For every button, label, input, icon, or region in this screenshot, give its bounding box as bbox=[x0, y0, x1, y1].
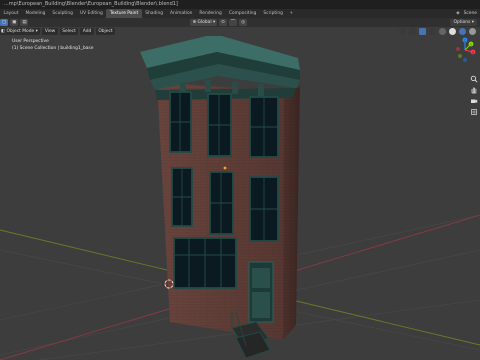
tab-layout[interactable]: Layout bbox=[0, 9, 22, 18]
rendered-shading-icon[interactable] bbox=[469, 28, 476, 35]
scene-label: Scene bbox=[463, 11, 477, 16]
gizmo-toggle-icon[interactable] bbox=[409, 28, 416, 35]
menu-add[interactable]: Add bbox=[80, 28, 94, 35]
window-title: ...mp\European_Building\Blender\European… bbox=[4, 1, 178, 7]
hand-pan-icon[interactable] bbox=[470, 79, 478, 94]
mode-label: Object Mode bbox=[6, 29, 35, 34]
tab-shading[interactable]: Shading bbox=[142, 9, 167, 18]
perspective-label: User Perspective bbox=[12, 39, 49, 44]
zoom-icon[interactable] bbox=[470, 68, 478, 83]
3d-viewport[interactable] bbox=[0, 36, 480, 360]
viewport-nav-tools bbox=[470, 68, 478, 115]
collection-label: (1) Scene Collection | building1_base bbox=[12, 46, 94, 51]
scene-selector[interactable]: ◈ Scene bbox=[456, 11, 480, 16]
front-door bbox=[248, 261, 274, 323]
snap-icon[interactable]: ⌒ bbox=[228, 19, 238, 26]
navigation-gizmo[interactable]: X Y Z bbox=[452, 36, 478, 64]
tab-compositing[interactable]: Compositing bbox=[225, 9, 260, 18]
gizmo-x-label: X bbox=[472, 50, 474, 54]
gizmo-y-label: Y bbox=[470, 42, 472, 46]
viewport-header: ▢ ▣ ▤ ⊕ Global ▾ ⊙ ⌒ ◎ Options ▾ bbox=[0, 18, 480, 27]
tab-scripting[interactable]: Scripting bbox=[260, 9, 287, 18]
select-extend-icon[interactable]: ▤ bbox=[20, 19, 29, 26]
perspective-toggle-icon[interactable] bbox=[470, 101, 478, 115]
select-mode-icon[interactable]: ▣ bbox=[10, 19, 19, 26]
tab-texture-paint[interactable]: Texture Paint bbox=[106, 9, 142, 18]
camera-view-icon[interactable] bbox=[470, 90, 478, 103]
pivot-icon[interactable]: ⊙ bbox=[219, 19, 227, 26]
storefront-window bbox=[173, 237, 237, 289]
tab-animation[interactable]: Animation bbox=[167, 9, 196, 18]
viewport-display-controls bbox=[399, 28, 476, 35]
gizmo-z-label: Z bbox=[464, 38, 466, 42]
tab-sculpting[interactable]: Sculpting bbox=[49, 9, 77, 18]
options-label: Options bbox=[453, 20, 471, 25]
proportional-edit-icon[interactable]: ◎ bbox=[239, 19, 248, 26]
wireframe-shading-icon[interactable] bbox=[439, 28, 446, 35]
workspace-tabs: Layout Modeling Sculpting UV Editing Tex… bbox=[0, 9, 480, 18]
menu-view[interactable]: View bbox=[42, 28, 58, 35]
viewport-info: User Perspective (1) Scene Collection | … bbox=[12, 38, 93, 52]
mode-dropdown[interactable]: ◧ Object Mode ▾ bbox=[0, 28, 41, 35]
title-bar: ...mp\European_Building\Blender\European… bbox=[0, 0, 480, 9]
building-cornice bbox=[140, 36, 300, 100]
material-preview-icon[interactable] bbox=[459, 28, 466, 35]
overlays-icon[interactable] bbox=[419, 28, 426, 35]
visibility-icon[interactable] bbox=[399, 28, 406, 35]
object-origin bbox=[223, 166, 227, 170]
menu-object[interactable]: Object bbox=[95, 28, 116, 35]
xray-icon[interactable] bbox=[429, 28, 436, 35]
select-box-tool-icon[interactable]: ▢ bbox=[0, 19, 9, 26]
transform-orientation-dropdown[interactable]: ⊕ Global ▾ bbox=[190, 19, 218, 26]
orientation-label: Global bbox=[197, 20, 212, 25]
add-workspace-button[interactable]: + bbox=[286, 9, 296, 18]
tab-rendering[interactable]: Rendering bbox=[196, 9, 225, 18]
options-dropdown[interactable]: Options ▾ bbox=[450, 19, 477, 26]
scene-icon: ◈ bbox=[456, 11, 460, 16]
solid-shading-icon[interactable] bbox=[449, 28, 456, 35]
tab-uv-editing[interactable]: UV Editing bbox=[76, 9, 106, 18]
tab-modeling[interactable]: Modeling bbox=[22, 9, 49, 18]
menu-select[interactable]: Select bbox=[59, 28, 79, 35]
